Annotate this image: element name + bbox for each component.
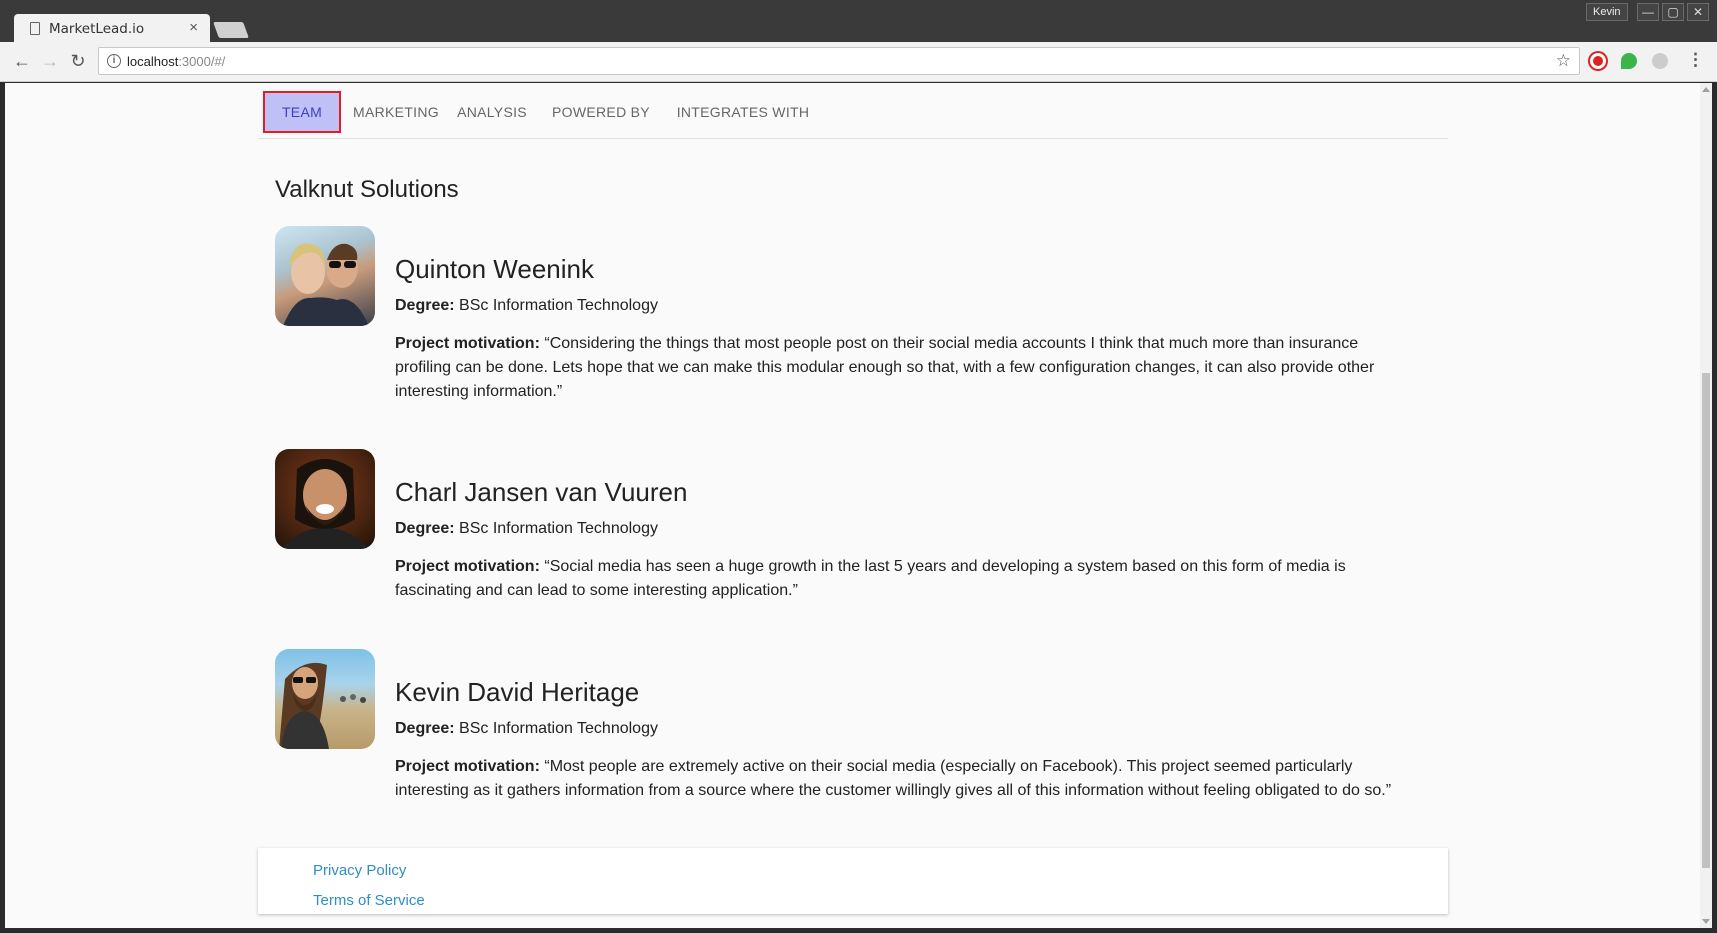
member-degree: Degree: BSc Information Technology [395,720,658,737]
address-bar[interactable]: i localhost:3000/#/ ☆ [98,47,1580,75]
scroll-down-arrow-icon[interactable] [1702,919,1710,924]
scrollbar-thumb[interactable] [1702,373,1710,868]
scroll-up-arrow-icon[interactable] [1702,87,1710,92]
tab-powered-by[interactable]: POWERED BY [548,91,654,133]
window-frame [0,928,1717,933]
extension-icon[interactable] [1652,53,1668,69]
menu-icon[interactable]: ⋮ [1687,50,1704,70]
member-name: Quinton Weenink [395,254,594,284]
tab-marketing[interactable]: MARKETING [350,91,442,133]
reload-icon[interactable]: ↻ [66,49,90,73]
evernote-extension-icon[interactable] [1621,53,1637,69]
close-window-button[interactable]: ✕ [1687,3,1709,21]
tab-integrates-with[interactable]: INTEGRATES WITH [668,91,818,133]
browser-titlebar: MarketLead.io × Kevin — ▢ ✕ [0,0,1717,43]
new-tab-button[interactable] [213,22,249,38]
page-icon [30,22,40,35]
bookmark-star-icon[interactable]: ☆ [1556,51,1571,71]
member-degree: Degree: BSc Information Technology [395,520,658,537]
company-heading: Valknut Solutions [275,176,459,203]
page-viewport: TEAM MARKETING ANALYSIS POWERED BY INTEG… [5,83,1700,928]
minimize-button[interactable]: — [1637,3,1659,21]
forward-icon[interactable]: → [38,49,62,73]
avatar [275,449,375,549]
member-name: Charl Jansen van Vuuren [395,477,688,507]
tab-title: MarketLead.io [49,21,145,37]
url-text: localhost:3000/#/ [127,54,226,69]
maximize-button[interactable]: ▢ [1662,3,1684,21]
terms-of-service-link[interactable]: Terms of Service [313,892,425,909]
page-scrollbar[interactable] [1700,83,1712,928]
info-icon[interactable]: i [107,54,121,68]
privacy-policy-link[interactable]: Privacy Policy [313,862,406,879]
avatar [275,649,375,749]
member-name: Kevin David Heritage [395,677,640,707]
tab-analysis[interactable]: ANALYSIS [451,91,533,133]
profile-button[interactable]: Kevin [1586,3,1628,21]
opera-extension-icon[interactable] [1590,53,1606,69]
member-degree: Degree: BSc Information Technology [395,297,658,314]
tab-team[interactable]: TEAM [263,91,341,133]
browser-tab[interactable]: MarketLead.io × [14,14,210,43]
footer: Privacy Policy Terms of Service [258,848,1448,914]
tab-close-icon[interactable]: × [189,19,198,36]
member-motivation: Project motivation: “Most people are ext… [395,758,1392,799]
avatar [275,226,375,326]
member-motivation: Project motivation: “Social media has se… [395,558,1346,599]
back-icon[interactable]: ← [10,49,34,73]
browser-toolbar: ← → ↻ i localhost:3000/#/ ☆ ⋮ [0,42,1717,82]
section-tabs: TEAM MARKETING ANALYSIS POWERED BY INTEG… [258,83,1448,139]
member-motivation: Project motivation: “Considering the thi… [395,335,1375,400]
window-frame [1712,83,1717,933]
